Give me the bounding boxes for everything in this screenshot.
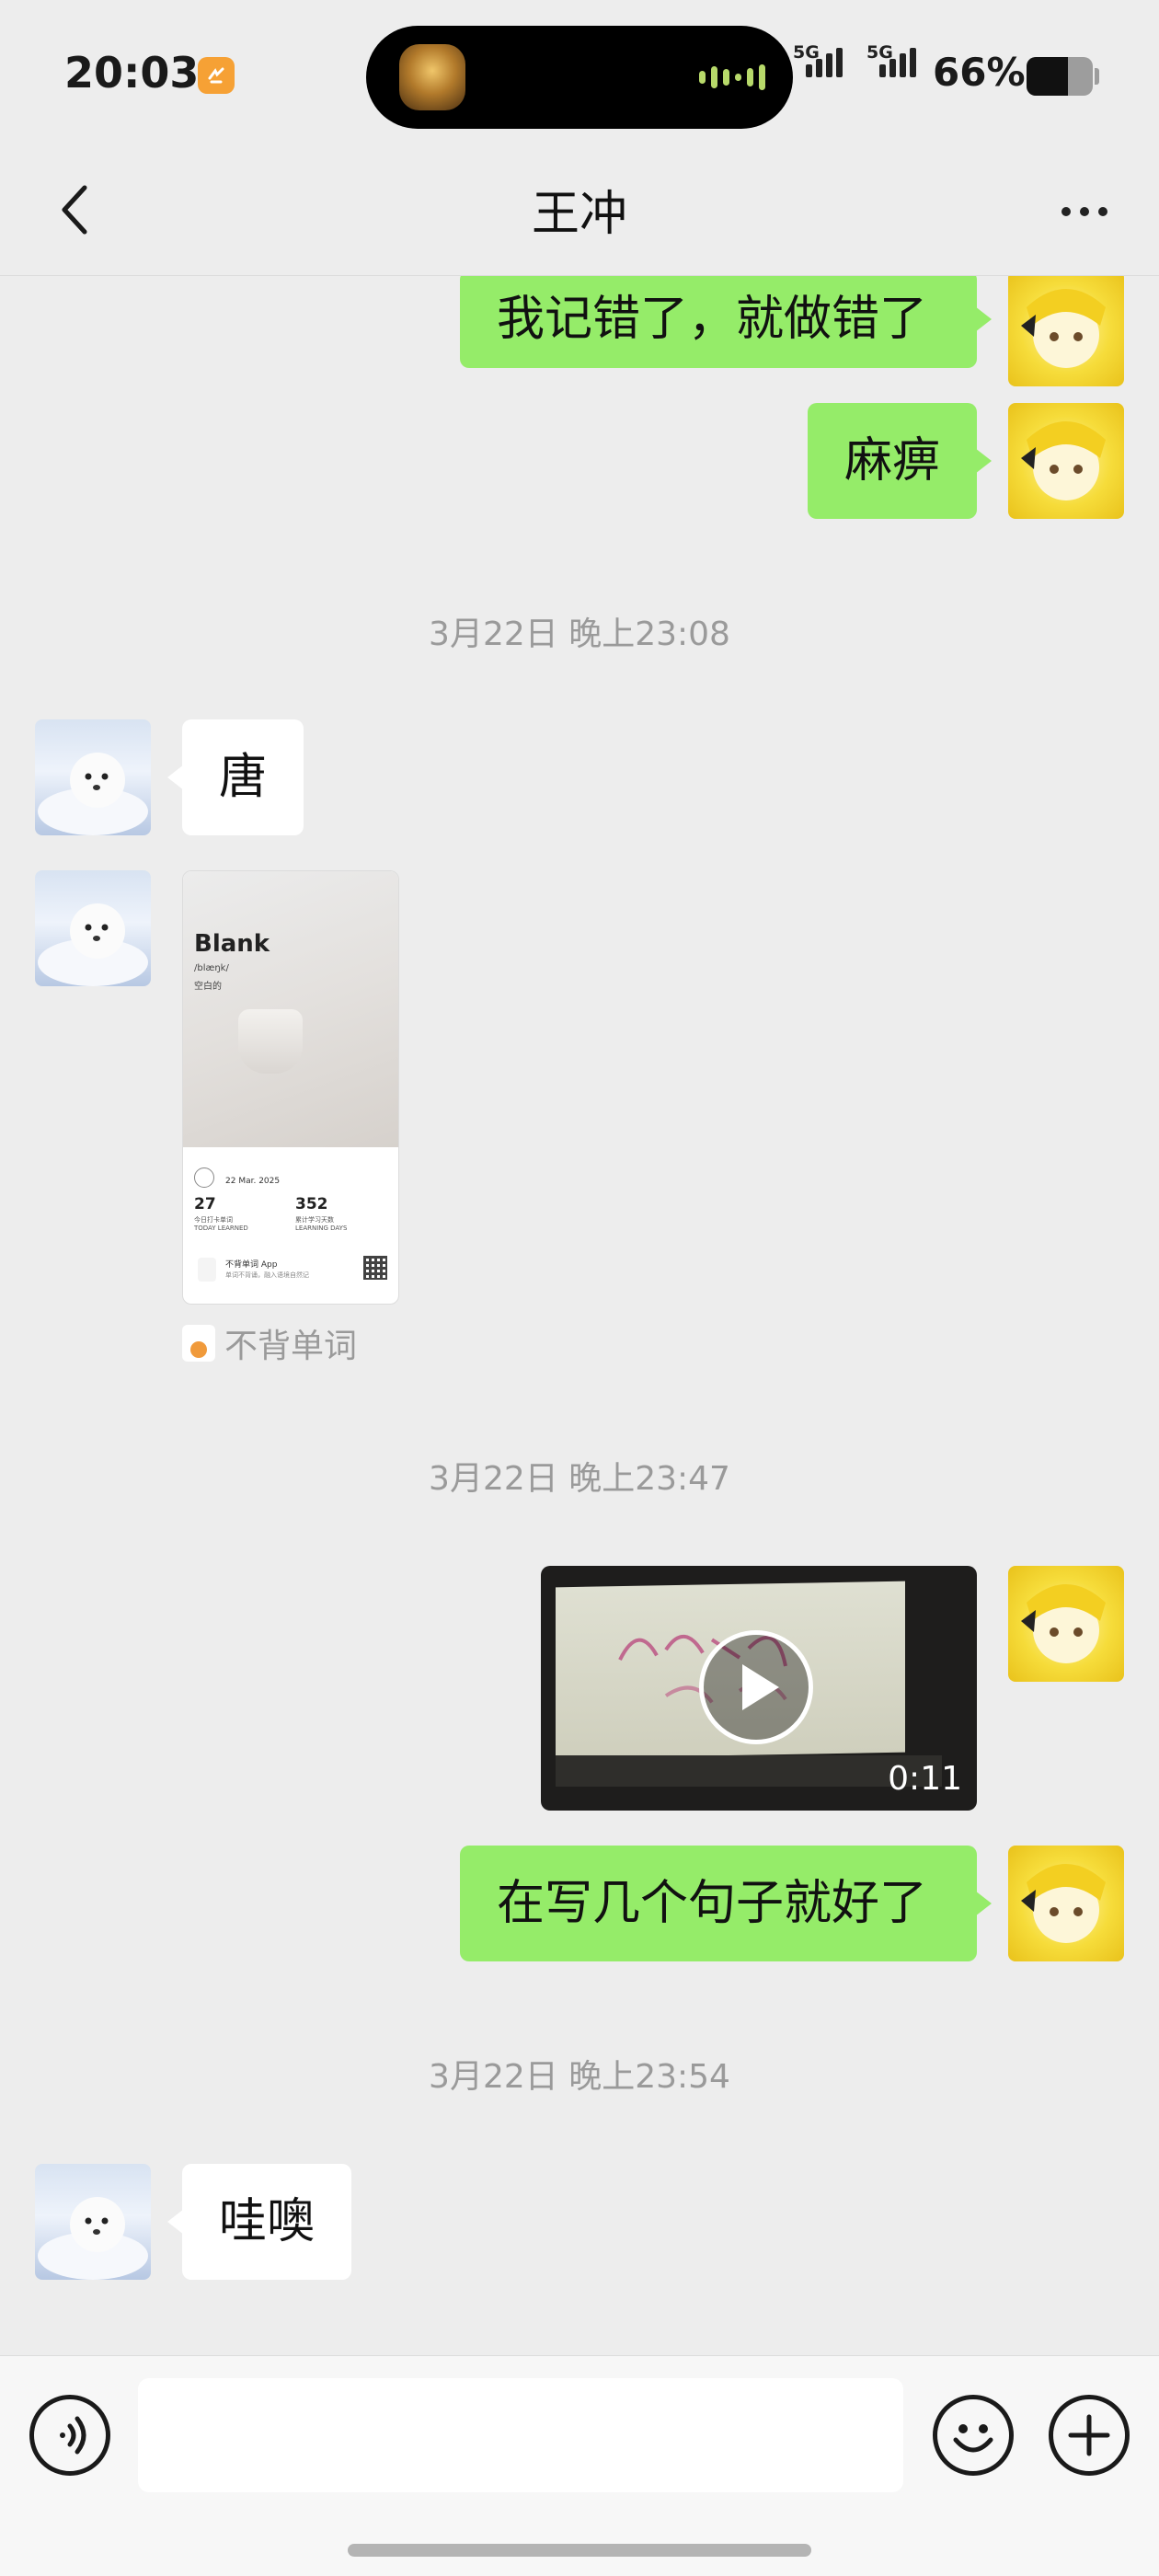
voice-button[interactable] xyxy=(29,2395,110,2476)
chat-header: 王冲 xyxy=(0,147,1159,276)
days-label-en: LEARNING DAYS xyxy=(295,1225,348,1232)
days-label: 累计学习天数 xyxy=(295,1216,334,1224)
status-bar: 20:03 5G 5G 66% xyxy=(0,0,1159,147)
my-avatar[interactable] xyxy=(1008,1846,1124,1961)
voice-icon xyxy=(60,2416,86,2455)
mini-program-source[interactable]: 不背单词 xyxy=(182,1319,357,1367)
message-timestamp: 3月22日 晚上23:08 xyxy=(429,615,730,653)
contact-avatar[interactable] xyxy=(35,870,151,986)
play-button[interactable] xyxy=(699,1630,813,1744)
message-text: 我记错了，就做错了 xyxy=(497,292,928,347)
dynamic-island[interactable] xyxy=(366,26,793,129)
card-app-subtitle: 单词不背诵，融入语境自然记 xyxy=(225,1271,309,1279)
source-label: 不背单词 xyxy=(224,1328,358,1365)
video-message[interactable]: 0:11 xyxy=(541,1566,977,1811)
more-icon xyxy=(1061,207,1071,216)
cup-image xyxy=(238,1009,303,1074)
my-avatar[interactable] xyxy=(1008,276,1124,386)
more-button[interactable] xyxy=(1043,175,1126,248)
message-input[interactable] xyxy=(138,2378,903,2492)
today-label-en: TODAY LEARNED xyxy=(194,1225,248,1232)
home-indicator[interactable] xyxy=(348,2544,811,2557)
cellular-signal-icon: 5G xyxy=(793,42,843,77)
battery-percentage: 66% xyxy=(933,50,1026,95)
message-bubble-sent[interactable]: 在写几个句子就好了 xyxy=(460,1846,992,1961)
my-avatar[interactable] xyxy=(1008,1566,1124,1682)
contact-avatar[interactable] xyxy=(35,2164,151,2280)
app-logo-icon xyxy=(182,1325,215,1362)
message-bubble-received[interactable]: 唐 xyxy=(167,719,304,835)
input-bar xyxy=(0,2355,1159,2576)
card-phonetic: /blæŋk/ xyxy=(194,963,229,973)
message-text: 哇噢 xyxy=(219,2194,316,2249)
video-duration: 0:11 xyxy=(888,1760,962,1798)
network-type-label: 5G xyxy=(793,42,820,63)
network-type-label: 5G xyxy=(866,42,893,63)
message-bubble-received[interactable]: 哇噢 xyxy=(167,2164,351,2280)
message-timestamp: 3月22日 晚上23:47 xyxy=(429,1460,730,1498)
emoji-button[interactable] xyxy=(933,2395,1014,2476)
days-count: 352 xyxy=(295,1195,328,1213)
card-photo: Blank /blæŋk/ 空白的 xyxy=(183,871,398,1147)
add-button[interactable] xyxy=(1049,2395,1130,2476)
card-app-name: 不背单词 App xyxy=(225,1260,278,1270)
status-time: 20:03 xyxy=(64,48,200,98)
card-meaning: 空白的 xyxy=(194,982,222,992)
chat-title: 王冲 xyxy=(531,187,627,242)
message-timestamp: 3月22日 晚上23:54 xyxy=(429,2058,730,2096)
card-date: 22 Mar. 2025 xyxy=(225,1177,281,1186)
app-notification-icon xyxy=(198,57,235,94)
my-avatar[interactable] xyxy=(1008,403,1124,519)
message-bubble-sent[interactable]: 我记错了，就做错了 xyxy=(460,276,992,368)
plus-icon xyxy=(1068,2414,1110,2456)
audio-waveform-icon xyxy=(699,64,765,90)
message-list[interactable]: 我记错了，就做错了 麻痹 3月22日 晚上23:08 唐 Blank /blæŋ… xyxy=(0,276,1159,2355)
contact-avatar[interactable] xyxy=(35,719,151,835)
message-text: 唐 xyxy=(219,750,268,805)
message-text: 在写几个句子就好了 xyxy=(497,1876,928,1931)
message-text: 麻痹 xyxy=(844,433,941,489)
app-logo-icon xyxy=(198,1258,216,1282)
today-label: 今日打卡单词 xyxy=(194,1216,233,1224)
shared-word-card[interactable]: Blank /blæŋk/ 空白的 22 Mar. 2025 27 今日打卡单词… xyxy=(182,870,399,1305)
now-playing-artwork xyxy=(399,44,465,110)
message-bubble-sent[interactable]: 麻痹 xyxy=(808,403,992,519)
today-count: 27 xyxy=(194,1195,216,1213)
qr-code-icon xyxy=(363,1256,387,1280)
card-word: Blank xyxy=(194,930,270,958)
cellular-signal-icon: 5G xyxy=(866,42,916,77)
emoji-icon xyxy=(953,2424,993,2453)
user-icon xyxy=(194,1167,214,1188)
battery-icon xyxy=(1027,57,1093,96)
